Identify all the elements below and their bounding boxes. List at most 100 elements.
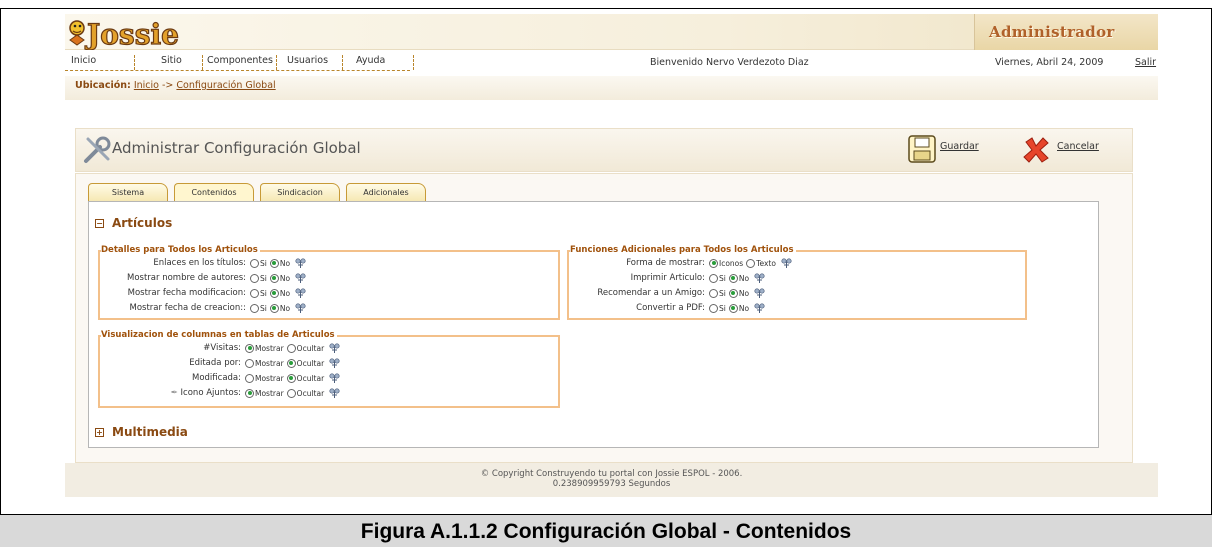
nav-ayuda[interactable]: Ayuda [352, 55, 414, 70]
radio-no[interactable] [269, 303, 279, 313]
setting-row: Convertir a PDF: Si No [569, 302, 765, 314]
radio-no[interactable] [269, 273, 279, 283]
radio-no[interactable] [269, 288, 279, 298]
help-icon[interactable] [329, 387, 340, 399]
radio-option-label: Mostrar [255, 388, 284, 398]
save-button[interactable]: Guardar [908, 133, 979, 167]
nav-inicio[interactable]: Inicio [67, 55, 135, 70]
tab-contenidos[interactable]: Contenidos [174, 183, 254, 202]
cancel-label: Cancelar [1057, 141, 1099, 152]
help-icon[interactable] [329, 342, 340, 354]
page-footer: © Copyright Construyendo tu portal con J… [65, 463, 1158, 497]
radio-option-label: Mostrar [255, 343, 284, 353]
fieldset-funciones: Funciones Adicionales para Todos los Art… [567, 245, 1027, 320]
setting-row: Enlaces en los títulos: Si No [100, 257, 306, 269]
setting-row: Editada por: Mostrar Ocultar [100, 357, 340, 369]
radio-texto[interactable] [746, 258, 756, 268]
radio-no[interactable] [728, 303, 738, 313]
section-articulos[interactable]: − Artículos [95, 216, 172, 230]
radio-si[interactable] [709, 303, 718, 313]
setting-label: Mostrar nombre de autores: [127, 273, 246, 283]
help-icon[interactable] [754, 302, 765, 314]
setting-row: Imprimir Articulo: Si No [569, 272, 765, 284]
radio-mostrar[interactable] [245, 373, 254, 383]
top-nav: Inicio Sitio Componentes Usuarios Ayuda … [65, 52, 1158, 72]
figure-caption: Figura A.1.1.2 Configuración Global - Co… [0, 514, 1212, 547]
setting-label: Editada por: [189, 358, 241, 368]
radio-si[interactable] [709, 288, 718, 298]
radio-option-label: Si [260, 273, 267, 283]
collapse-icon[interactable]: − [95, 218, 104, 228]
expand-icon[interactable]: + [95, 427, 104, 437]
panel-title: Administrar Configuración Global [112, 139, 361, 157]
setting-label: Mostrar fecha de creacion:: [129, 303, 247, 313]
radio-ocultar[interactable] [286, 373, 296, 383]
section-articulos-label: Artículos [112, 216, 173, 230]
setting-label: Recomendar a un Amigo: [597, 288, 705, 298]
radio-option-label: Ocultar [296, 373, 325, 383]
setting-row: Recomendar a un Amigo: Si No [569, 287, 765, 299]
radio-mostrar[interactable] [245, 388, 254, 398]
radio-ocultar[interactable] [286, 343, 296, 353]
help-icon[interactable] [781, 257, 792, 269]
setting-label: Modificada: [192, 373, 241, 383]
tab-adicionales[interactable]: Adicionales [346, 183, 426, 201]
radio-ocultar[interactable] [286, 358, 296, 368]
radio-si[interactable] [709, 273, 718, 283]
radio-mostrar[interactable] [245, 343, 254, 353]
breadcrumb: Ubicación: Inicio -> Configuración Globa… [65, 76, 1158, 100]
radio-no[interactable] [728, 273, 738, 283]
radio-option-label: Ocultar [296, 358, 325, 368]
radio-mostrar[interactable] [245, 358, 254, 368]
breadcrumb-separator: -> [162, 80, 174, 91]
nav-sitio[interactable]: Sitio [157, 55, 203, 70]
help-icon[interactable] [295, 272, 306, 284]
fieldset-detalles: Detalles para Todos los Articulos Enlace… [98, 245, 560, 320]
help-icon[interactable] [754, 287, 765, 299]
help-icon[interactable] [754, 272, 765, 284]
cancel-button[interactable]: Cancelar [1021, 133, 1101, 167]
radio-ocultar[interactable] [286, 388, 296, 398]
radio-si[interactable] [250, 273, 259, 283]
radio-no[interactable] [728, 288, 738, 298]
logout-link[interactable]: Salir [1135, 57, 1156, 68]
copyright-text: © Copyright Construyendo tu portal con J… [480, 469, 743, 479]
nav-underline [65, 70, 410, 71]
tab-content: − Artículos Detalles para Todos los Arti… [88, 201, 1099, 448]
breadcrumb-label: Ubicación: [75, 80, 131, 91]
radio-si[interactable] [250, 258, 259, 268]
section-multimedia-label: Multimedia [112, 425, 188, 439]
fieldset-funciones-legend: Funciones Adicionales para Todos los Art… [570, 245, 796, 255]
setting-label: Convertir a PDF: [636, 303, 705, 313]
help-icon[interactable] [295, 257, 306, 269]
setting-row: ✒ Icono Ajuntos: Mostrar Ocultar [100, 387, 340, 399]
save-label: Guardar [940, 141, 979, 152]
help-icon[interactable] [329, 372, 340, 384]
admin-banner: Administrador [974, 14, 1158, 50]
radio-si[interactable] [250, 288, 259, 298]
fieldset-visualizacion: Visualizacion de columnas en tablas de A… [98, 330, 560, 408]
help-icon[interactable] [329, 357, 340, 369]
radio-option-label: Texto [756, 258, 776, 268]
radio-option-label: Si [719, 288, 726, 298]
help-icon[interactable] [295, 302, 306, 314]
section-multimedia[interactable]: + Multimedia [95, 425, 188, 439]
tab-sistema[interactable]: Sistema [88, 183, 168, 201]
radio-iconos[interactable] [709, 258, 718, 268]
radio-si[interactable] [250, 303, 259, 313]
nav-componentes[interactable]: Componentes [203, 55, 277, 70]
tab-sindicacion[interactable]: Sindicacion [260, 183, 340, 201]
tools-icon [82, 135, 112, 165]
help-icon[interactable] [295, 287, 306, 299]
breadcrumb-current-link[interactable]: Configuración Global [176, 80, 275, 91]
radio-option-label: Ocultar [296, 343, 325, 353]
radio-option-label: Mostrar [255, 373, 284, 383]
radio-no[interactable] [269, 258, 279, 268]
current-date: Viernes, Abril 24, 2009 [995, 57, 1104, 68]
setting-label-text: Icono Ajuntos: [180, 388, 241, 398]
setting-label: ✒ Icono Ajuntos: [100, 388, 245, 398]
nav-usuarios[interactable]: Usuarios [283, 55, 343, 70]
breadcrumb-home-link[interactable]: Inicio [134, 80, 159, 91]
setting-label: Forma de mostrar: [626, 258, 705, 268]
cancel-icon [1021, 135, 1051, 169]
